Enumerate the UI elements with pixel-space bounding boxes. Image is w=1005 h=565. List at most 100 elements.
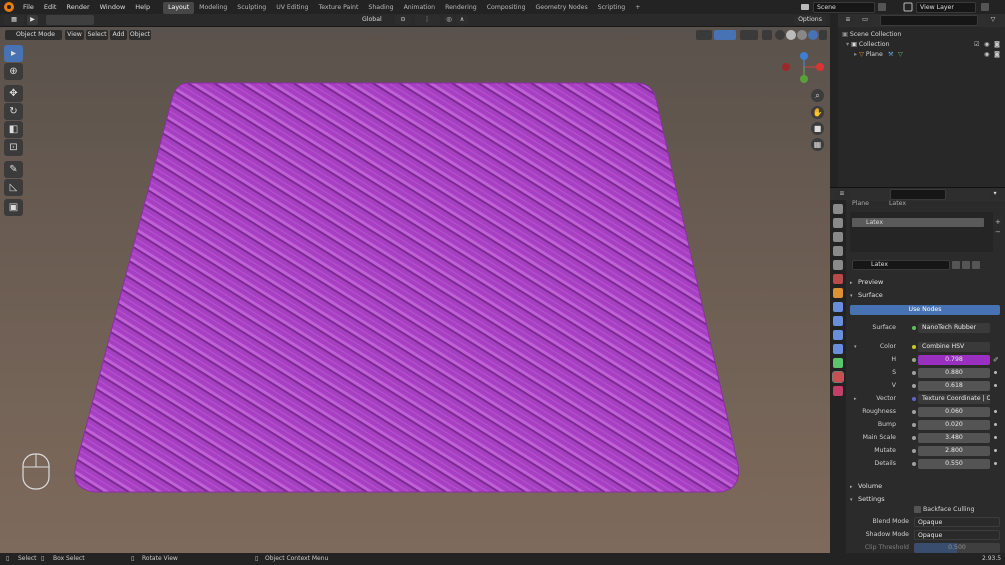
filter-icon[interactable]: ▽ bbox=[986, 15, 1000, 25]
select-box-tool-icon[interactable]: ▸ bbox=[4, 45, 23, 62]
render-tab-icon[interactable] bbox=[833, 218, 843, 228]
tool-tab-icon[interactable] bbox=[833, 204, 843, 214]
settings-collapse-arrow-icon[interactable]: ▾ bbox=[850, 497, 853, 503]
tab-texture-paint[interactable]: Texture Paint bbox=[313, 2, 363, 14]
expand-arrow-icon[interactable]: ▸ bbox=[854, 51, 857, 58]
add-cube-tool-icon[interactable]: ▣ bbox=[4, 199, 23, 216]
gizmo-toggle-icon[interactable] bbox=[714, 30, 736, 40]
display-mode-icon[interactable]: ▭ bbox=[858, 15, 872, 25]
color-link-field[interactable]: Combine HSV bbox=[918, 342, 990, 352]
overlays-icon[interactable] bbox=[740, 30, 758, 40]
tab-uv-editing[interactable]: UV Editing bbox=[271, 2, 313, 14]
proportional-edit-icon[interactable]: ◎ bbox=[444, 15, 454, 25]
navigation-gizmo[interactable] bbox=[780, 47, 826, 93]
menu-render[interactable]: Render bbox=[61, 0, 94, 14]
falloff-icon[interactable]: ∧ bbox=[456, 15, 468, 25]
material-slot-item[interactable]: Latex bbox=[852, 218, 984, 227]
tab-animation[interactable]: Animation bbox=[399, 2, 441, 14]
cursor-tool-icon[interactable]: ⊕ bbox=[4, 63, 23, 80]
surface-section-header[interactable]: Surface bbox=[858, 289, 883, 301]
roughness-value-field[interactable]: 0.060 bbox=[918, 407, 990, 417]
mutate-value-field[interactable]: 2.800 bbox=[918, 446, 990, 456]
menu-help[interactable]: Help bbox=[130, 0, 155, 14]
blender-logo-icon[interactable] bbox=[4, 2, 14, 12]
modifier-wrench-icon[interactable]: ⚒ bbox=[888, 50, 894, 59]
view-layer-field[interactable]: View Layer bbox=[916, 2, 976, 13]
3d-viewport[interactable]: Object Mode View Select Add Object ⌕ ✋ ■… bbox=[0, 27, 830, 553]
bump-value-field[interactable]: 0.020 bbox=[918, 420, 990, 430]
options-dropdown[interactable]: Options bbox=[794, 15, 826, 25]
s-value-field[interactable]: 0.880 bbox=[918, 368, 990, 378]
view-layer-tab-icon[interactable] bbox=[833, 246, 843, 256]
rotate-tool-icon[interactable]: ↻ bbox=[4, 103, 23, 120]
menu-window[interactable]: Window bbox=[95, 0, 131, 14]
color-expand-arrow-icon[interactable]: ▾ bbox=[854, 341, 857, 353]
mesh-data-icon[interactable]: ▽ bbox=[898, 50, 903, 59]
xray-icon[interactable] bbox=[762, 30, 772, 40]
remove-slot-button[interactable]: − bbox=[995, 228, 1001, 236]
keyframe-dot-icon[interactable] bbox=[994, 384, 997, 387]
shading-options-icon[interactable] bbox=[819, 30, 827, 40]
tab-modeling[interactable]: Modeling bbox=[194, 2, 232, 14]
select-tool-icon[interactable]: ▶ bbox=[27, 15, 38, 25]
keyframe-dot-icon[interactable] bbox=[994, 449, 997, 452]
particles-tab-icon[interactable] bbox=[833, 316, 843, 326]
outliner-search-input[interactable] bbox=[880, 15, 978, 26]
tab-rendering[interactable]: Rendering bbox=[440, 2, 482, 14]
pan-hand-icon[interactable]: ✋ bbox=[811, 106, 824, 119]
area-divider[interactable] bbox=[830, 14, 838, 187]
tab-scripting[interactable]: Scripting bbox=[593, 2, 631, 14]
select-mode-icons[interactable] bbox=[46, 15, 94, 25]
vector-link-field[interactable]: Texture Coordinate | Obje... bbox=[918, 394, 990, 404]
outliner-row-plane[interactable]: ▸ ▽ Plane ⚒ ▽ ◉ ◙ bbox=[854, 50, 1001, 59]
perspective-toggle-icon[interactable]: ▦ bbox=[811, 138, 824, 151]
duplicate-material-icon[interactable] bbox=[962, 261, 970, 269]
menu-view[interactable]: View bbox=[65, 30, 84, 40]
menu-object[interactable]: Object bbox=[129, 30, 151, 40]
editor-type-icon[interactable]: ▦ bbox=[4, 15, 24, 25]
tab-geometry-nodes[interactable]: Geometry Nodes bbox=[531, 2, 593, 14]
keyframe-dot-icon[interactable] bbox=[994, 423, 997, 426]
world-tab-icon[interactable] bbox=[833, 274, 843, 284]
backface-culling-checkbox[interactable] bbox=[914, 505, 921, 513]
zoom-icon[interactable]: ⌕ bbox=[811, 89, 824, 102]
physics-tab-icon[interactable] bbox=[833, 330, 843, 340]
material-shading-icon[interactable] bbox=[797, 30, 807, 40]
surface-collapse-arrow-icon[interactable]: ▾ bbox=[850, 293, 853, 299]
scene-icon[interactable] bbox=[800, 2, 810, 12]
visibility-eye-icon[interactable]: ◉ bbox=[984, 40, 989, 49]
transform-tool-icon[interactable]: ⊡ bbox=[4, 139, 23, 156]
eyedropper-icon[interactable]: ✐ bbox=[993, 354, 999, 366]
view-layer-icon[interactable] bbox=[903, 2, 913, 12]
outliner-row-scene-collection[interactable]: ▣ Scene Collection bbox=[842, 30, 901, 39]
volume-section-header[interactable]: Volume bbox=[858, 480, 882, 492]
annotate-tool-icon[interactable]: ✎ bbox=[4, 161, 23, 178]
h-value-field[interactable]: 0.798 bbox=[918, 355, 990, 365]
fake-user-icon[interactable] bbox=[952, 261, 960, 269]
unlink-material-icon[interactable] bbox=[972, 261, 980, 269]
keyframe-dot-icon[interactable] bbox=[994, 436, 997, 439]
move-tool-icon[interactable]: ✥ bbox=[4, 85, 23, 102]
outliner-row-collection[interactable]: ▾ ▣ Collection ☑ ◉ ◙ bbox=[846, 40, 1001, 49]
properties-editor-type-icon[interactable]: ≡ bbox=[834, 189, 850, 199]
add-slot-button[interactable]: + bbox=[995, 218, 1001, 226]
texture-tab-icon[interactable] bbox=[833, 386, 843, 396]
use-nodes-button[interactable]: Use Nodes bbox=[850, 305, 1000, 315]
surface-shader-field[interactable]: NanoTech Rubber bbox=[918, 323, 990, 333]
shadow-mode-dropdown[interactable]: Opaque bbox=[914, 530, 1000, 540]
wireframe-shading-icon[interactable] bbox=[775, 30, 785, 40]
main-scale-value-field[interactable]: 3.480 bbox=[918, 433, 990, 443]
properties-search-input[interactable] bbox=[890, 189, 946, 200]
details-value-field[interactable]: 0.550 bbox=[918, 459, 990, 469]
rendered-shading-icon[interactable] bbox=[808, 30, 818, 40]
vector-expand-arrow-icon[interactable]: ▸ bbox=[854, 393, 857, 405]
scene-tab-icon[interactable] bbox=[833, 260, 843, 270]
keyframe-dot-icon[interactable] bbox=[994, 371, 997, 374]
visibility-eye-icon[interactable]: ◉ bbox=[984, 50, 989, 59]
preview-expand-arrow-icon[interactable]: ▸ bbox=[850, 280, 853, 286]
output-tab-icon[interactable] bbox=[833, 232, 843, 242]
snap-icon[interactable]: ⋮ bbox=[414, 15, 440, 25]
properties-options-icon[interactable]: ▾ bbox=[990, 189, 1000, 199]
tab-sculpting[interactable]: Sculpting bbox=[232, 2, 271, 14]
add-workspace-button[interactable]: + bbox=[630, 2, 645, 14]
